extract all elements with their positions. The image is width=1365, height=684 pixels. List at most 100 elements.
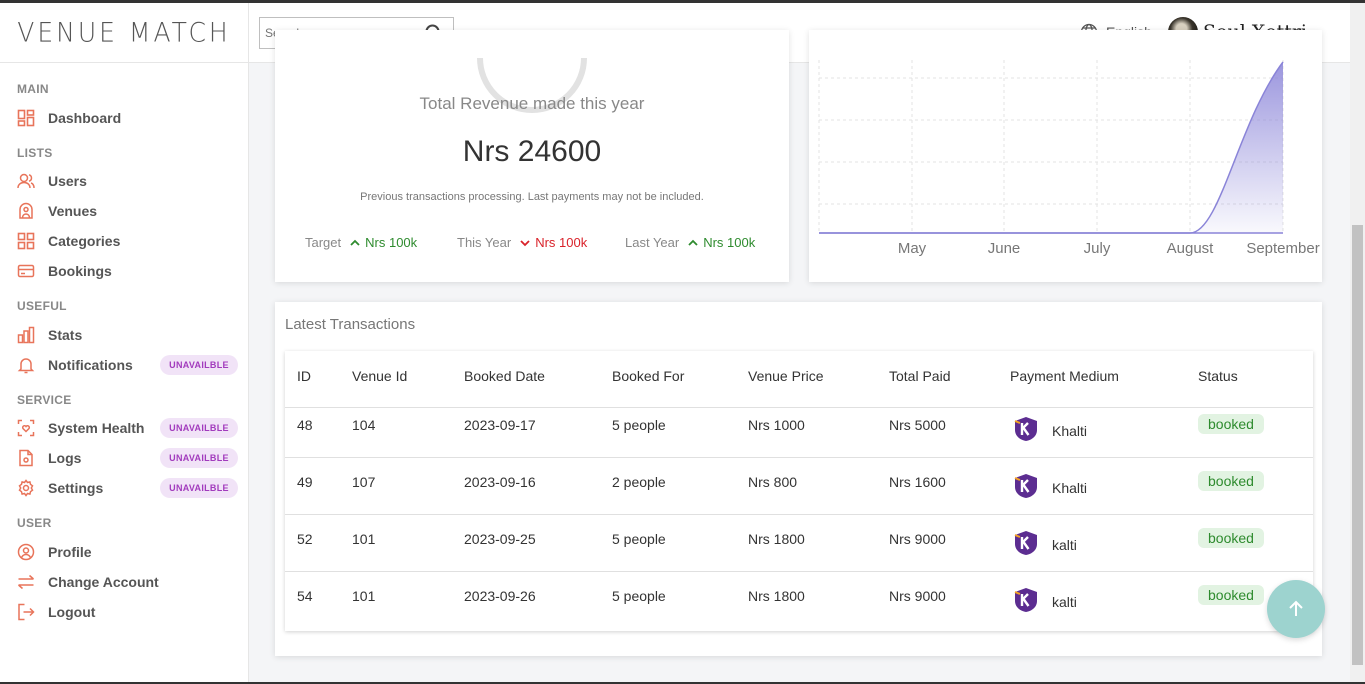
sidebar-item-label: System Health <box>48 420 145 436</box>
revenue-stat-target: Target Nrs 100k <box>305 235 417 250</box>
cell-total-paid: Nrs 9000 <box>889 588 946 604</box>
sidebar-item-categories[interactable]: Categories <box>17 229 239 253</box>
unavailable-badge: UNAVAILBLE <box>160 418 238 438</box>
cell-venue-price: Nrs 1800 <box>748 531 805 547</box>
cell-booked-for: 5 people <box>612 531 666 547</box>
column-header[interactable]: Venue Price <box>748 368 824 384</box>
table-row[interactable]: 52 101 2023-09-25 5 people Nrs 1800 Nrs … <box>285 515 1313 572</box>
status-badge: booked <box>1198 414 1264 434</box>
cell-payment-medium: kalti <box>1052 594 1077 610</box>
sidebar-item-bookings[interactable]: Bookings <box>17 259 239 283</box>
scroll-to-top-button[interactable] <box>1267 580 1325 638</box>
sidebar-item-stats[interactable]: Stats <box>17 323 239 347</box>
column-header[interactable]: Status <box>1198 368 1238 384</box>
sidebar-item-system-health[interactable]: System Health UNAVAILBLE <box>17 416 239 440</box>
chevron-down-icon <box>520 239 530 246</box>
cell-venue-price: Nrs 1000 <box>748 417 805 433</box>
cell-venue-id: 104 <box>352 417 376 433</box>
section-useful: USEFUL <box>17 299 67 313</box>
revenue-amount: Nrs 24600 <box>462 135 602 168</box>
logo-area: VENUE MATCH <box>0 3 248 63</box>
column-header[interactable]: Booked Date <box>464 368 545 384</box>
app-logo[interactable]: VENUE MATCH <box>17 17 230 47</box>
revenue-stat-last-year: Last Year Nrs 100k <box>625 235 755 250</box>
khalti-logo-icon <box>1014 417 1037 441</box>
sidebar-item-label: Stats <box>48 327 83 343</box>
gear-icon <box>17 479 35 497</box>
cell-venue-id: 101 <box>352 588 376 604</box>
stat-value: Nrs 100k <box>687 235 755 250</box>
cell-payment-medium: kalti <box>1052 537 1077 553</box>
sidebar-item-label: Notifications <box>48 357 133 373</box>
sidebar-item-venues[interactable]: Venues <box>17 199 239 223</box>
chevron-up-icon <box>350 239 360 246</box>
table-row[interactable]: 49 107 2023-09-16 2 people Nrs 800 Nrs 1… <box>285 458 1313 515</box>
cell-payment-medium: Khalti <box>1052 423 1088 439</box>
chart-x-tick-label: June <box>988 240 1021 257</box>
cell-booked-date: 2023-09-17 <box>464 417 536 433</box>
transactions-table: ID Venue Id Booked Date Booked For Venue… <box>285 351 1313 631</box>
cell-booked-for: 5 people <box>612 588 666 604</box>
swap-icon <box>17 573 35 591</box>
status-badge: booked <box>1198 585 1264 605</box>
unavailable-badge: UNAVAILBLE <box>160 448 238 468</box>
chart-x-tick-label: July <box>1084 240 1111 257</box>
cell-booked-date: 2023-09-16 <box>464 474 536 490</box>
sidebar-item-logs[interactable]: Logs UNAVAILBLE <box>17 446 239 470</box>
section-lists: LISTS <box>17 146 53 160</box>
page-scrollbar[interactable] <box>1350 3 1365 682</box>
sidebar-item-label: Venues <box>48 203 98 219</box>
sidebar-item-label: Categories <box>48 233 121 249</box>
revenue-stat-this-year: This Year Nrs 100k <box>457 235 587 250</box>
column-header[interactable]: ID <box>297 368 311 384</box>
unavailable-badge: UNAVAILBLE <box>160 355 238 375</box>
khalti-logo-icon <box>1014 588 1037 612</box>
column-header[interactable]: Booked For <box>612 368 684 384</box>
stat-value: Nrs 100k <box>349 235 417 250</box>
cell-booked-for: 5 people <box>612 417 666 433</box>
revenue-title: Total Revenue made this year <box>419 94 645 113</box>
section-service: SERVICE <box>17 393 72 407</box>
sidebar-item-label: Change Account <box>48 574 159 590</box>
column-header[interactable]: Venue Id <box>352 368 407 384</box>
stat-label: Target <box>305 235 342 250</box>
sidebar-item-logout[interactable]: Logout <box>17 600 239 624</box>
sidebar-item-label: Logout <box>48 604 96 620</box>
chart-x-tick-label: May <box>898 240 927 257</box>
sidebar-item-profile[interactable]: Profile <box>17 540 239 564</box>
cell-total-paid: Nrs 5000 <box>889 417 946 433</box>
sidebar-item-change-account[interactable]: Change Account <box>17 570 239 594</box>
chart-area <box>819 62 1283 233</box>
sidebar: VENUE MATCH MAIN Dashboard LISTS Users V… <box>0 3 249 682</box>
column-header[interactable]: Total Paid <box>889 368 950 384</box>
dashboard-icon <box>17 109 35 127</box>
sidebar-item-label: Dashboard <box>48 110 122 126</box>
status-badge: booked <box>1198 528 1264 548</box>
khalti-logo-icon <box>1014 531 1037 555</box>
column-header[interactable]: Payment Medium <box>1010 368 1119 384</box>
sidebar-item-label: Bookings <box>48 263 112 279</box>
stat-value-text: Nrs 100k <box>365 235 418 250</box>
sidebar-item-users[interactable]: Users <box>17 169 239 193</box>
sidebar-item-settings[interactable]: Settings UNAVAILBLE <box>17 476 239 500</box>
unavailable-badge: UNAVAILBLE <box>160 478 238 498</box>
chart-line <box>819 61 1284 234</box>
revenue-progress-ring <box>477 57 587 113</box>
sidebar-item-label: Users <box>48 173 87 189</box>
sidebar-item-notifications[interactable]: Notifications UNAVAILBLE <box>17 353 239 377</box>
cell-booked-date: 2023-09-25 <box>464 531 536 547</box>
cell-booked-date: 2023-09-26 <box>464 588 536 604</box>
revenue-chart-card: May June July August September <box>809 30 1322 282</box>
sidebar-item-dashboard[interactable]: Dashboard <box>17 106 239 130</box>
sidebar-item-label: Profile <box>48 544 92 560</box>
profile-icon <box>17 543 35 561</box>
scan-heart-icon <box>17 419 35 437</box>
scrollbar-thumb[interactable] <box>1352 225 1363 665</box>
cell-venue-price: Nrs 1800 <box>748 588 805 604</box>
users-icon <box>17 172 35 190</box>
stat-label: Last Year <box>625 235 680 250</box>
table-row[interactable]: 48 104 2023-09-17 5 people Nrs 1000 Nrs … <box>285 401 1313 458</box>
cell-venue-price: Nrs 800 <box>748 474 798 490</box>
table-row[interactable]: 54 101 2023-09-26 5 people Nrs 1800 Nrs … <box>285 572 1313 629</box>
table-header: ID Venue Id Booked Date Booked For Venue… <box>285 351 1313 408</box>
